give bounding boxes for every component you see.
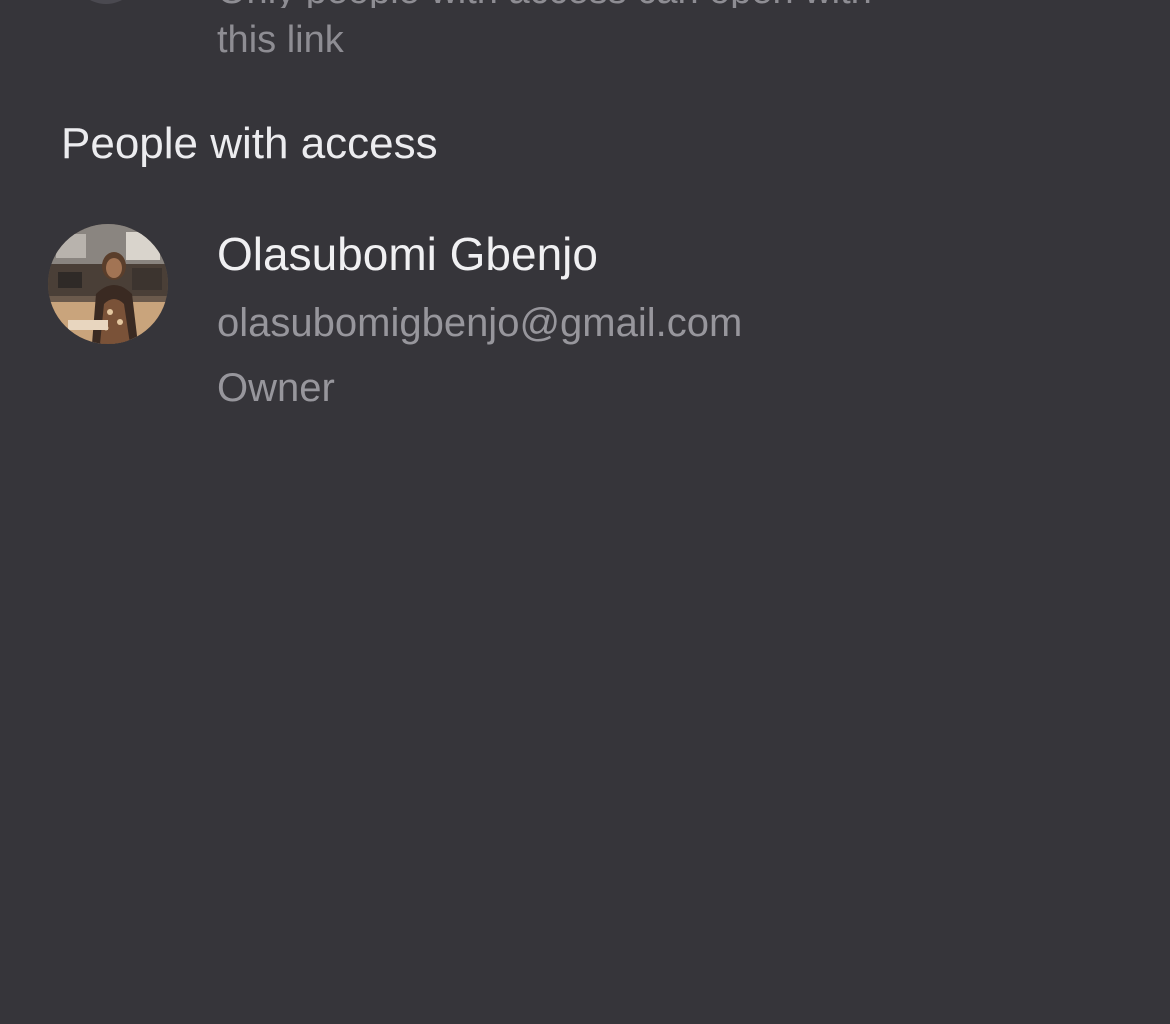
- avatar: [48, 224, 168, 344]
- person-row[interactable]: Olasubomi Gbenjo olasubomigbenjo@gmail.c…: [0, 215, 1170, 420]
- general-access-description-line1: Only people with access can open with: [217, 0, 872, 8]
- people-with-access-heading: People with access: [61, 119, 438, 168]
- person-email: olasubomigbenjo@gmail.com: [217, 301, 743, 345]
- person-name: Olasubomi Gbenjo: [217, 228, 598, 280]
- person-role: Owner: [217, 366, 335, 410]
- globe-icon: [72, 0, 140, 4]
- general-access-description: this link: [217, 19, 344, 61]
- general-access-row[interactable]: Only people with access can open with th…: [0, 0, 1170, 80]
